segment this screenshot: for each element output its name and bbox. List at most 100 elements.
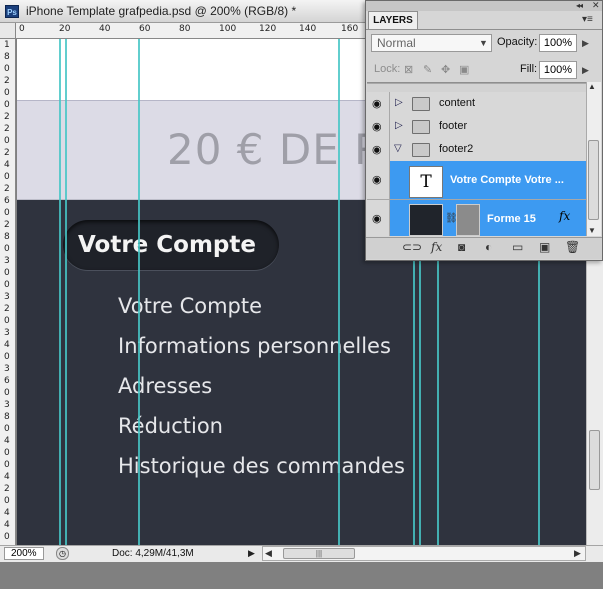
add-layer-style-fx-icon[interactable]: fx: [431, 240, 442, 254]
ruler-tick-label: 4: [4, 508, 10, 518]
scroll-up-arrow-icon[interactable]: ▲: [588, 82, 596, 91]
guide-line[interactable]: [138, 39, 140, 545]
ruler-tick-label: 3: [4, 292, 10, 302]
opacity-slider-arrow-icon[interactable]: ▶: [582, 38, 589, 49]
shape-thumbnail-icon: [409, 204, 443, 236]
visibility-eye-icon[interactable]: ◉: [372, 143, 382, 156]
layer-row-partial[interactable]: [367, 83, 586, 84]
layer-name: footer2: [439, 143, 474, 155]
menu-item: Adresses: [118, 374, 213, 398]
ruler-tick-label: 0: [4, 532, 10, 542]
layer-row-footer2[interactable]: ◉ ▽ footer2: [367, 138, 586, 162]
scroll-down-arrow-icon[interactable]: ▼: [588, 226, 596, 235]
ruler-tick-label: 6: [4, 376, 10, 386]
lock-image-brush-icon[interactable]: ✎: [423, 63, 432, 76]
new-group-folder-icon[interactable]: ▭: [512, 240, 523, 254]
document-tab-title[interactable]: iPhone Template grafpedia.psd @ 200% (RG…: [26, 4, 296, 18]
ruler-tick-label: 2: [4, 148, 10, 158]
layer-list[interactable]: ◉ ▷ content ◉ ▷ footer ◉ ▽ footer2 ◉ T V…: [367, 82, 586, 236]
tab-layers[interactable]: LAYERS: [368, 11, 418, 29]
layer-list-scroll-thumb[interactable]: [588, 140, 599, 220]
ruler-tick-label: 3: [4, 256, 10, 266]
blend-mode-select[interactable]: Normal: [371, 34, 492, 52]
expand-triangle-icon[interactable]: ▷: [395, 97, 403, 108]
ruler-tick-label: 6: [4, 196, 10, 206]
ruler-tick-label: 2: [4, 76, 10, 86]
adjustment-layer-icon[interactable]: ◐: [485, 240, 492, 254]
ruler-origin[interactable]: [0, 23, 16, 39]
ruler-tick-label: 120: [259, 24, 277, 34]
zoom-field[interactable]: 200%: [4, 547, 44, 560]
layer-row-text-selected[interactable]: ◉ T Votre Compte Votre ...: [367, 161, 586, 200]
layer-row-content[interactable]: ◉ ▷ content: [367, 92, 586, 116]
photoshop-icon: Ps: [5, 5, 19, 18]
folder-icon: [412, 97, 430, 111]
ruler-tick-label: 0: [4, 496, 10, 506]
new-layer-icon[interactable]: ▣: [539, 240, 550, 254]
guide-line[interactable]: [65, 39, 67, 545]
trash-delete-layer-icon[interactable]: 🗑: [565, 240, 580, 254]
ruler-tick-label: 2: [4, 484, 10, 494]
ruler-tick-label: 1: [4, 40, 10, 50]
expand-triangle-icon[interactable]: ▷: [395, 120, 403, 131]
ruler-tick-label: 3: [4, 364, 10, 374]
horizontal-scroll-thumb[interactable]: |||: [283, 548, 355, 559]
ruler-tick-label: 0: [4, 172, 10, 182]
fill-label: Fill:: [520, 63, 538, 75]
visibility-eye-icon[interactable]: ◉: [372, 212, 382, 225]
panel-divider: [366, 29, 602, 30]
folder-open-icon: [412, 143, 430, 157]
text-layer-thumbnail-icon: T: [409, 166, 443, 198]
visibility-eye-icon[interactable]: ◉: [372, 173, 382, 186]
ruler-tick-label: 2: [4, 304, 10, 314]
ruler-tick-label: 40: [99, 24, 111, 34]
scroll-right-arrow-icon[interactable]: ▶: [574, 548, 581, 559]
visibility-eye-icon[interactable]: ◉: [372, 97, 382, 110]
ruler-tick-label: 0: [4, 208, 10, 218]
lock-transparency-icon[interactable]: ⊠: [404, 63, 413, 76]
ruler-tick-label: 60: [139, 24, 151, 34]
fill-input[interactable]: 100%: [539, 61, 577, 79]
lock-all-icon[interactable]: ▣: [459, 63, 469, 76]
ruler-tick-label: 8: [4, 232, 10, 242]
guide-line[interactable]: [59, 39, 61, 545]
ruler-tick-label: 4: [4, 340, 10, 350]
vertical-scroll-thumb[interactable]: [589, 430, 600, 490]
close-panel-icon[interactable]: ✕: [592, 0, 600, 11]
ruler-tick-label: 0: [4, 268, 10, 278]
vertical-ruler[interactable]: 1 8 0 2 0 0 2 2 0 2 4 0 2 6 0 2 8 0 3 0 0 3 2 0 3 4 0 3 6 0 3 8 0 4 0 0 4 2 0 4…: [0, 39, 16, 545]
ruler-tick-label: 2: [4, 220, 10, 230]
layer-effects-fx-icon[interactable]: fx: [559, 209, 570, 223]
panel-menu-icon[interactable]: ▾≡: [582, 14, 593, 25]
layer-name: content: [439, 97, 476, 109]
collapse-triangle-icon[interactable]: ▽: [394, 143, 402, 154]
menu-item: Informations personnelles: [118, 334, 391, 358]
ruler-tick-label: 0: [4, 280, 10, 290]
layer-row-shape-selected[interactable]: ◉ ⛓ Forme 15 fx: [367, 200, 586, 236]
ruler-tick-label: 8: [4, 52, 10, 62]
add-mask-icon[interactable]: ◙: [458, 240, 465, 254]
collapse-panel-icon[interactable]: ◂◂: [576, 1, 583, 10]
status-menu-arrow-icon[interactable]: ▶: [248, 548, 255, 559]
scroll-left-arrow-icon[interactable]: ◀: [265, 548, 272, 559]
layer-name: footer: [439, 120, 468, 132]
layer-row-footer[interactable]: ◉ ▷ footer: [367, 115, 586, 139]
chevron-down-icon[interactable]: ▼: [479, 38, 488, 48]
fill-slider-arrow-icon[interactable]: ▶: [582, 65, 589, 76]
guide-line[interactable]: [338, 39, 340, 545]
account-button-label: Votre Compte: [78, 232, 256, 258]
ruler-tick-label: 0: [4, 388, 10, 398]
lock-position-move-icon[interactable]: ✥: [441, 63, 450, 76]
status-info-icon[interactable]: ◷: [56, 547, 69, 560]
ruler-tick-label: 2: [4, 184, 10, 194]
panel-header-strip[interactable]: [366, 1, 602, 11]
ruler-tick-label: 0: [4, 64, 10, 74]
doc-size-readout: Doc: 4,29M/41,3M: [112, 548, 194, 559]
ruler-tick-label: 0: [4, 136, 10, 146]
vector-mask-thumbnail-icon: [456, 204, 480, 236]
ruler-tick-label: 0: [4, 424, 10, 434]
ruler-tick-label: 0: [4, 244, 10, 254]
link-layers-icon[interactable]: ⊂⊃: [402, 240, 422, 254]
opacity-input[interactable]: 100%: [539, 34, 577, 52]
visibility-eye-icon[interactable]: ◉: [372, 120, 382, 133]
